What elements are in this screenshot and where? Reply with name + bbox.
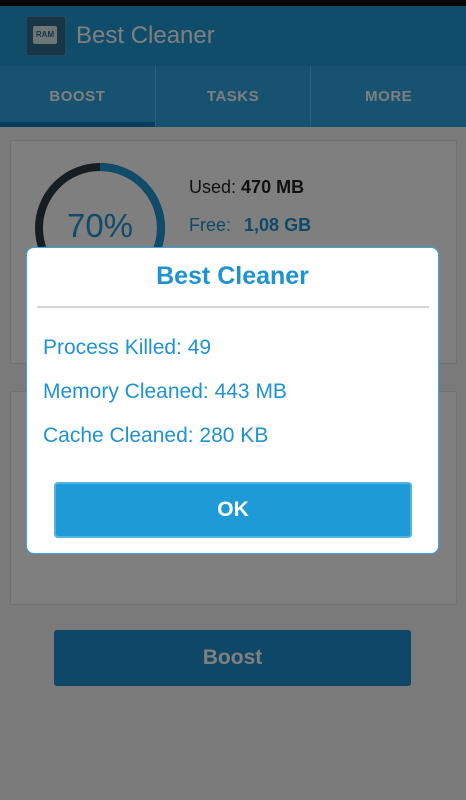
cache-cleaned-text: Cache Cleaned: 280 KB: [43, 424, 269, 447]
dialog-title: Best Cleaner: [156, 262, 309, 290]
ok-button[interactable]: OK: [54, 482, 412, 538]
process-killed-text: Process Killed: 49: [43, 336, 212, 359]
memory-cleaned-text: Memory Cleaned: 443 MB: [43, 380, 287, 403]
dialog-divider: [37, 306, 429, 308]
result-dialog: Best Cleaner Process Killed: 49 Memory C…: [26, 247, 439, 554]
